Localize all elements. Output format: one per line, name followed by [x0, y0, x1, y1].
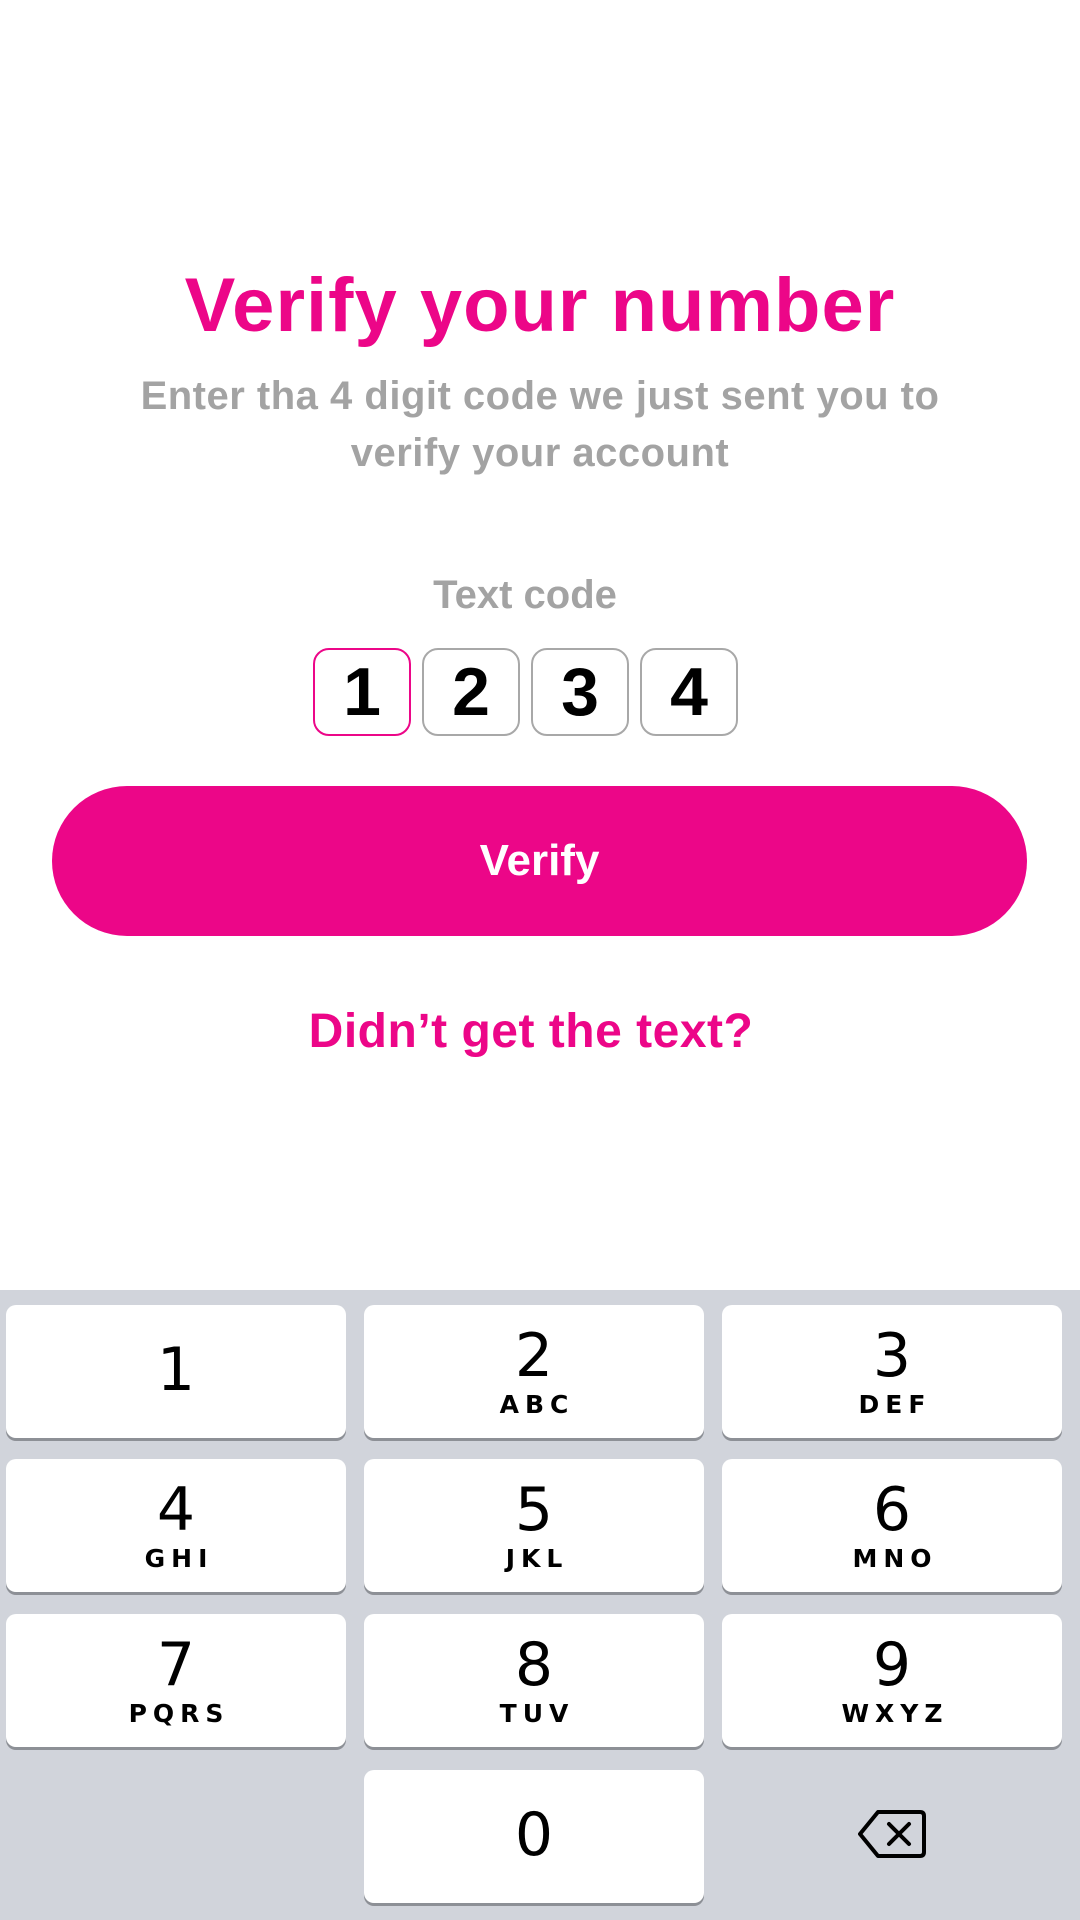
verify-screen: Verify your number Enter tha 4 digit cod…	[0, 0, 1080, 1920]
keypad-key-0[interactable]: 0	[364, 1770, 704, 1903]
keypad-key-6[interactable]: 6 MNO	[722, 1459, 1062, 1592]
keypad-key-9[interactable]: 9 WXYZ	[722, 1614, 1062, 1747]
key-digit: 8	[514, 1630, 554, 1700]
key-letters: TUV	[499, 1699, 575, 1728]
key-letters: DEF	[858, 1390, 932, 1419]
key-letters: GHI	[144, 1544, 214, 1573]
key-letters: ABC	[499, 1390, 575, 1419]
keypad-key-2[interactable]: 2 ABC	[364, 1305, 704, 1438]
page-title: Verify your number	[184, 263, 896, 348]
key-digit: 9	[872, 1630, 912, 1700]
key-digit: 1	[156, 1335, 196, 1405]
verify-button[interactable]: Verify	[52, 786, 1027, 936]
key-letters: WXYZ	[841, 1699, 949, 1728]
key-letters: PQRS	[128, 1699, 230, 1728]
backspace-button[interactable]	[722, 1770, 1062, 1903]
key-digit: 3	[872, 1321, 912, 1391]
code-digit-3[interactable]: 3	[531, 648, 629, 736]
delete-backward-icon	[858, 1809, 926, 1864]
keypad-key-7[interactable]: 7 PQRS	[6, 1614, 346, 1747]
keypad-key-8[interactable]: 8 TUV	[364, 1614, 704, 1747]
key-digit: 6	[872, 1475, 912, 1545]
key-digit: 2	[514, 1321, 554, 1391]
key-letters: MNO	[852, 1544, 938, 1573]
code-digit-2[interactable]: 2	[422, 648, 520, 736]
keypad-key-3[interactable]: 3 DEF	[722, 1305, 1062, 1438]
keypad-key-4[interactable]: 4 GHI	[6, 1459, 346, 1592]
code-digit-4[interactable]: 4	[640, 648, 738, 736]
key-digit: 0	[514, 1800, 554, 1870]
code-label: Text code	[433, 573, 617, 617]
key-digit: 7	[156, 1630, 196, 1700]
key-digit: 4	[156, 1475, 196, 1545]
resend-code-link[interactable]: Didn’t get the text?	[0, 1002, 1062, 1062]
code-digit-1[interactable]: 1	[313, 648, 411, 736]
code-input-group: 1 2 3 4	[313, 648, 738, 736]
page-subtitle: Enter tha 4 digit code we just sent you …	[140, 374, 940, 475]
key-letters: JKL	[505, 1544, 569, 1573]
keypad-key-1[interactable]: 1	[6, 1305, 346, 1438]
keypad-key-5[interactable]: 5 JKL	[364, 1459, 704, 1592]
key-digit: 5	[514, 1475, 554, 1545]
